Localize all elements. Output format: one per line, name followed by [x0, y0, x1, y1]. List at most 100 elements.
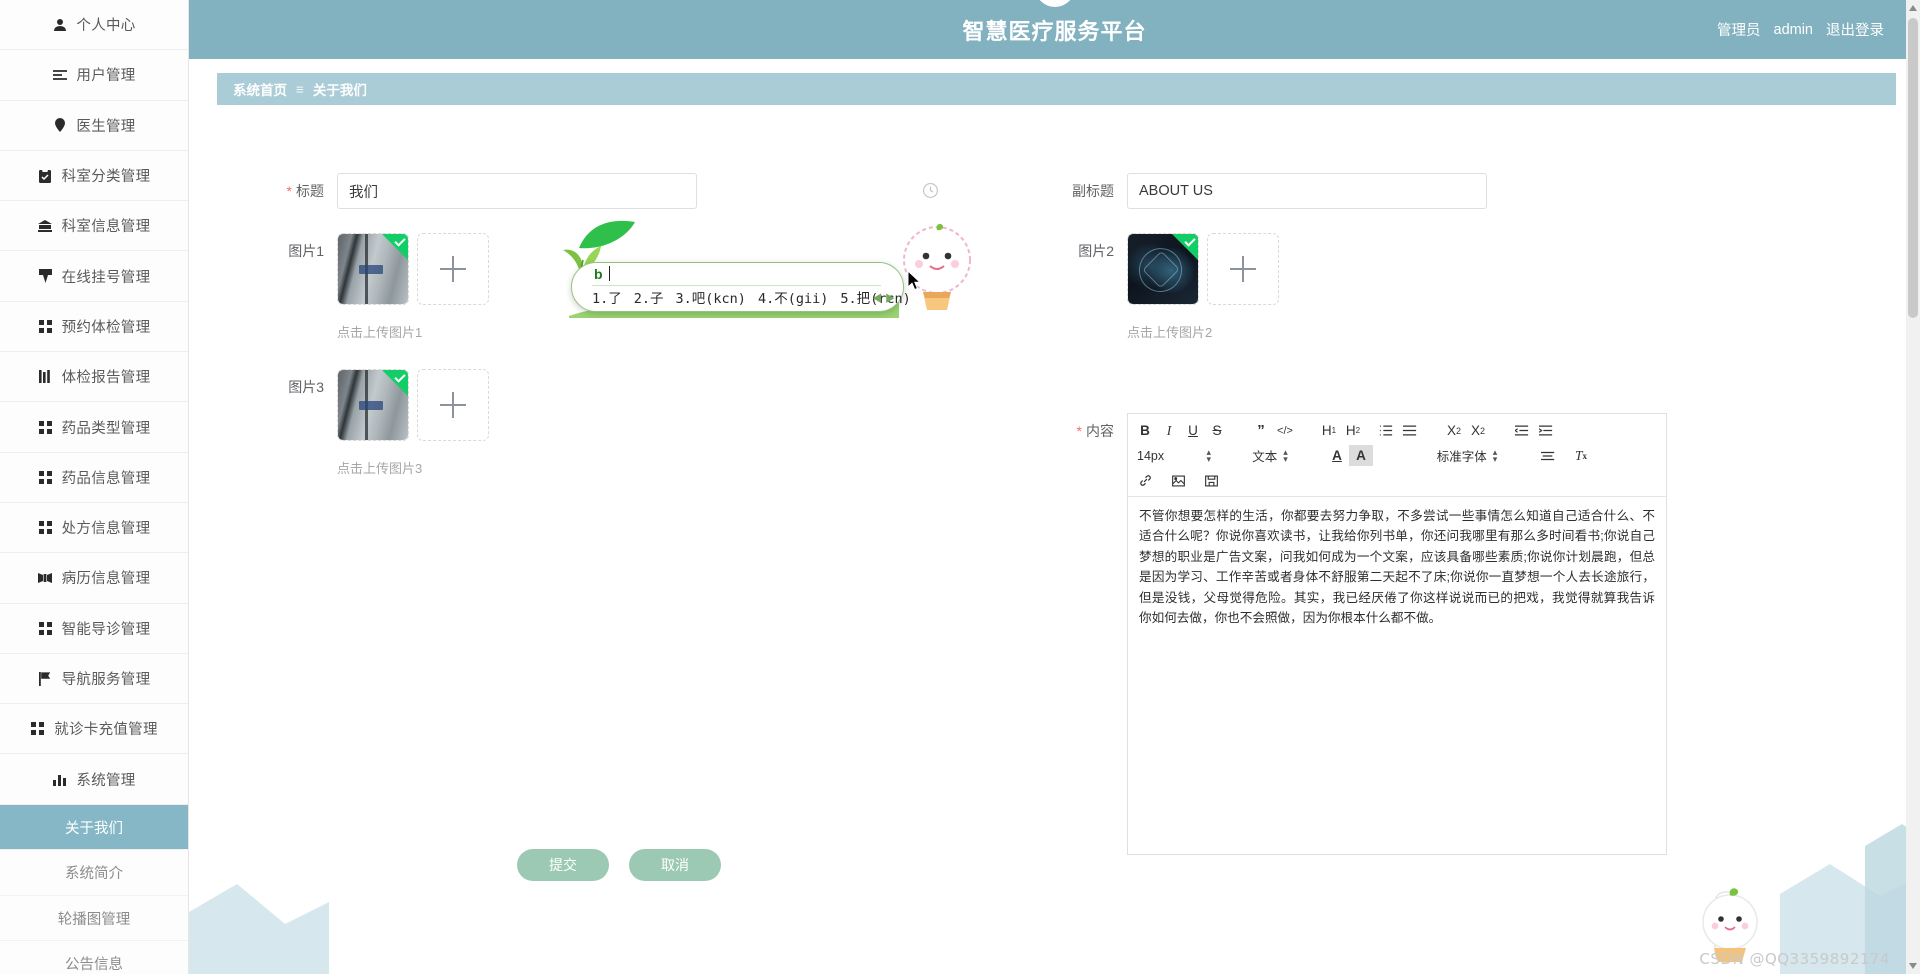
subscript-icon[interactable]: X2 [1442, 420, 1466, 441]
title-required-marker: * [287, 183, 292, 199]
sidebar-item-5[interactable]: 科室信息管理 [0, 201, 188, 251]
image3-field-row: 图片3 [217, 369, 1007, 477]
sidebar-item-4[interactable]: 科室分类管理 [0, 151, 188, 201]
page-scrollbar[interactable] [1906, 0, 1920, 974]
rich-text-editor: B I U S ” </> H1 H [1127, 413, 1667, 855]
sidebar-menu-list: 个人中心用户管理医生管理科室分类管理科室信息管理在线挂号管理预约体检管理体检报告… [0, 0, 188, 805]
ime-candidate-1[interactable]: 1.了 [592, 287, 622, 307]
clipboard-icon [38, 168, 53, 183]
sidebar-item-13[interactable]: 智能导诊管理 [0, 604, 188, 654]
subtitle-input[interactable] [1127, 173, 1487, 209]
sidebar: 个人中心用户管理医生管理科室分类管理科室信息管理在线挂号管理预约体检管理体检报告… [0, 0, 189, 974]
sidebar-item-14[interactable]: 导航服务管理 [0, 654, 188, 704]
heading2-icon[interactable]: H2 [1341, 420, 1365, 441]
sidebar-subitem-2[interactable]: 系统简介 [0, 850, 188, 896]
scroll-down-icon[interactable] [1909, 963, 1917, 969]
blockquote-icon[interactable]: ” [1249, 420, 1273, 441]
ime-candidate-3[interactable]: 3.吧(kcn) [676, 287, 746, 307]
image2-field-label: 图片2 [1007, 233, 1127, 269]
italic-icon[interactable]: I [1157, 420, 1181, 441]
sidebar-item-6[interactable]: 在线挂号管理 [0, 251, 188, 301]
sidebar-item-3[interactable]: 医生管理 [0, 101, 188, 151]
background-color-icon[interactable]: A [1349, 445, 1373, 466]
heading1-icon[interactable]: H1 [1317, 420, 1341, 441]
form-right-column: 副标题 图片2 [1007, 173, 1896, 855]
sidebar-subitem-4[interactable]: 公告信息 [0, 941, 188, 974]
grid-icon [38, 470, 53, 485]
breadcrumb-separator-icon: ≡ [296, 82, 304, 97]
image3-add-button[interactable] [417, 369, 489, 441]
link-icon[interactable] [1133, 470, 1157, 491]
bank-icon [38, 218, 53, 233]
image-icon[interactable] [1166, 470, 1190, 491]
editor-content-text[interactable]: 不管你想要怎样的生活，你都要去努力争取，不多尝试一些事情怎么知道自己适合什么、不… [1128, 497, 1666, 854]
clear-format-icon[interactable]: Tx [1569, 445, 1593, 466]
sidebar-item-1[interactable]: 个人中心 [0, 0, 188, 50]
ime-candidate-4[interactable]: 4.不(gii) [758, 287, 828, 307]
video-icon[interactable] [1199, 470, 1223, 491]
image2-thumbnail[interactable] [1127, 233, 1199, 305]
breadcrumb-home-link[interactable]: 系统首页 [233, 79, 287, 99]
sidebar-item-label: 预约体检管理 [62, 316, 151, 337]
ordered-list-icon[interactable] [1374, 420, 1398, 441]
align-icon[interactable] [1536, 445, 1560, 466]
ime-divider [592, 285, 881, 286]
scrollbar-thumb[interactable] [1908, 18, 1918, 318]
font-size-select[interactable]: 14px ▴▾ [1133, 445, 1215, 466]
text-style-select[interactable]: 文本 ▴▾ [1224, 445, 1316, 466]
sidebar-item-10[interactable]: 药品信息管理 [0, 453, 188, 503]
outdent-icon[interactable] [1510, 420, 1534, 441]
sidebar-item-7[interactable]: 预约体检管理 [0, 302, 188, 352]
ime-candidate-window: b 1.了2.子3.吧(kcn)4.不(gii)5.把(rcn) ◀ ▶ [571, 262, 904, 312]
page-root: 个人中心用户管理医生管理科室分类管理科室信息管理在线挂号管理预约体检管理体检报告… [0, 0, 1920, 974]
strikethrough-icon[interactable]: S [1205, 420, 1229, 441]
ime-page-arrows[interactable]: ◀ ▶ [872, 290, 895, 305]
indent-icon[interactable] [1534, 420, 1558, 441]
superscript-icon[interactable]: X2 [1466, 420, 1490, 441]
editor-toolbar-row-3 [1133, 470, 1661, 491]
title-input[interactable] [337, 173, 697, 209]
unordered-list-icon[interactable] [1398, 420, 1422, 441]
sidebar-item-9[interactable]: 药品类型管理 [0, 402, 188, 452]
flag-icon [38, 671, 53, 686]
header-notch-decoration [1035, 0, 1075, 7]
code-icon[interactable]: </> [1273, 420, 1297, 441]
sidebar-item-label: 药品信息管理 [62, 467, 151, 488]
image1-uploader: 点击上传图片1 [337, 233, 489, 341]
grid-icon [30, 721, 45, 736]
sidebar-item-11[interactable]: 处方信息管理 [0, 503, 188, 553]
image2-add-button[interactable] [1207, 233, 1279, 305]
sidebar-item-8[interactable]: 体检报告管理 [0, 352, 188, 402]
text-color-icon[interactable]: A [1325, 445, 1349, 466]
chart-icon [52, 772, 67, 787]
plus-icon [1230, 256, 1256, 282]
sidebar-subitem-1[interactable]: 关于我们 [0, 805, 188, 851]
scroll-up-icon[interactable] [1909, 5, 1917, 11]
editor-toolbar-row-1: B I U S ” </> H1 H [1133, 420, 1661, 441]
image3-field-label: 图片3 [217, 369, 337, 405]
image3-upload-tip: 点击上传图片3 [337, 458, 489, 477]
font-family-select[interactable]: 标准字体 ▴▾ [1407, 445, 1527, 466]
grid-icon [38, 420, 53, 435]
underline-icon[interactable]: U [1181, 420, 1205, 441]
image3-thumbnail[interactable] [337, 369, 409, 441]
ime-candidate-list[interactable]: 1.了2.子3.吧(kcn)4.不(gii)5.把(rcn) [592, 287, 911, 307]
sidebar-item-2[interactable]: 用户管理 [0, 50, 188, 100]
sidebar-item-15[interactable]: 就诊卡充值管理 [0, 704, 188, 754]
logout-button[interactable]: 退出登录 [1826, 19, 1884, 40]
image1-thumbnail[interactable] [337, 233, 409, 305]
submit-button[interactable]: 提交 [517, 849, 609, 881]
ime-candidate-2[interactable]: 2.子 [634, 287, 664, 307]
bold-icon[interactable]: B [1133, 420, 1157, 441]
sidebar-item-16[interactable]: 系统管理 [0, 754, 188, 804]
plus-icon [440, 256, 466, 282]
sidebar-subitem-3[interactable]: 轮播图管理 [0, 896, 188, 942]
sidebar-item-12[interactable]: 病历信息管理 [0, 553, 188, 603]
content-field-label: *内容 [1007, 413, 1127, 449]
image1-field-label: 图片1 [217, 233, 337, 269]
cancel-button[interactable]: 取消 [629, 849, 721, 881]
image1-add-button[interactable] [417, 233, 489, 305]
form-left-column: *标题 图片1 [217, 173, 1007, 477]
sidebar-item-label: 科室分类管理 [62, 165, 151, 186]
user-role-label: 管理员 [1717, 19, 1761, 40]
